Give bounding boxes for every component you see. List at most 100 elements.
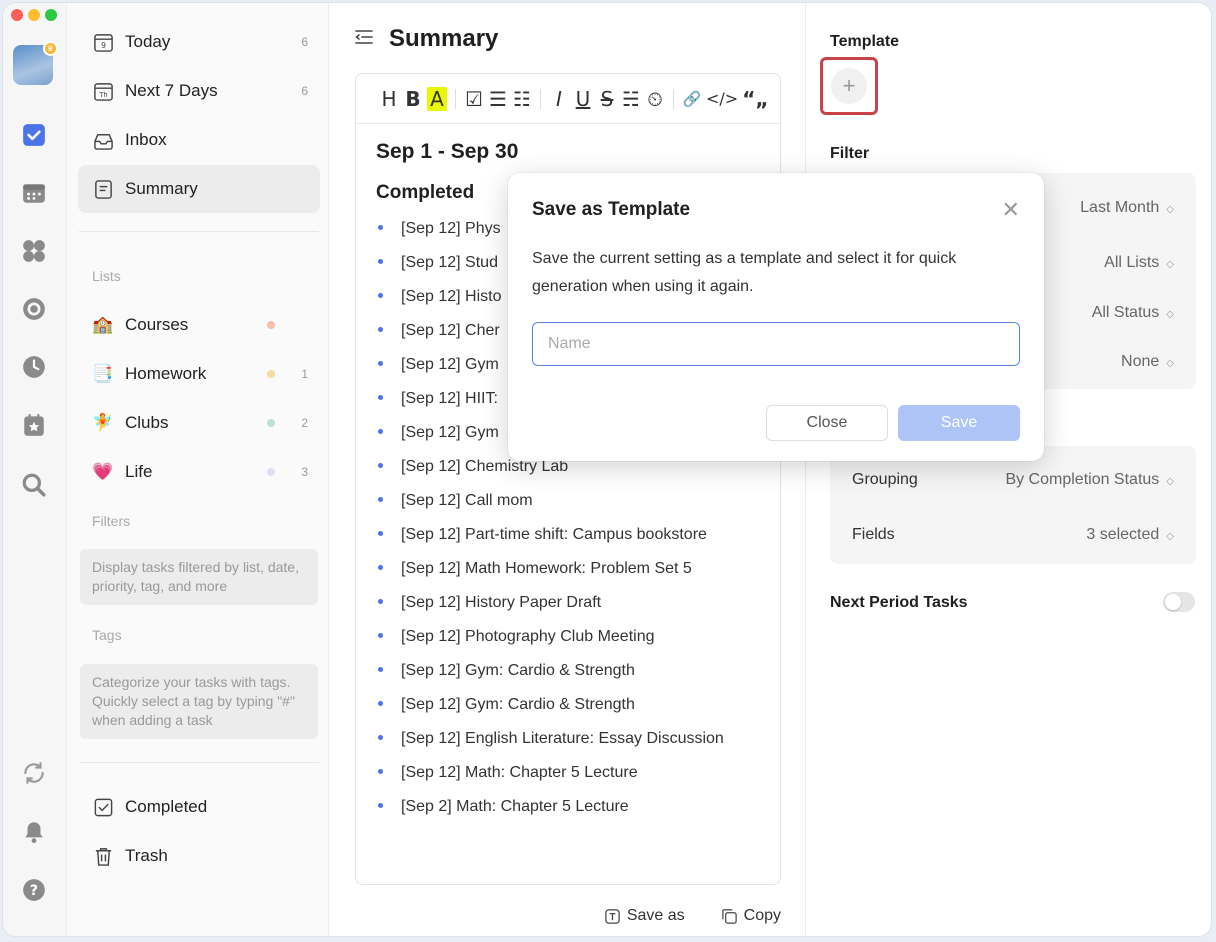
summary-icon — [92, 178, 114, 200]
sidebar-item-homework[interactable]: 📑 Homework 1 — [78, 350, 320, 398]
sidebar-item-summary[interactable]: Summary — [78, 165, 320, 213]
underline-icon[interactable]: U — [573, 87, 593, 111]
inbox-icon — [92, 129, 114, 151]
sidebar-item-next-7-days[interactable]: Th Next 7 Days 6 — [78, 67, 320, 115]
link-icon[interactable]: 🔗 — [682, 90, 702, 108]
sidebar-item-label: Next 7 Days — [125, 81, 218, 100]
close-button[interactable]: Close — [766, 405, 888, 441]
toolbar-divider — [540, 88, 541, 109]
tags-hint[interactable]: Categorize your tasks with tags. Quickly… — [80, 664, 318, 739]
list-item: [Sep 12] Call mom — [376, 484, 760, 518]
sidebar-item-inbox[interactable]: Inbox — [78, 116, 320, 164]
collapse-sidebar-icon[interactable] — [353, 26, 375, 53]
numbered-list-icon[interactable]: ☷ — [512, 87, 532, 111]
save-as-button[interactable]: Save as — [604, 907, 685, 925]
display-panel: Grouping By Completion Status ◇ Fields 3 … — [830, 446, 1196, 564]
copy-button[interactable]: Copy — [721, 907, 781, 925]
chevron-updown-icon: ◇ — [1166, 309, 1174, 320]
priority-filter-value: None — [1121, 353, 1160, 370]
template-name-input[interactable] — [532, 322, 1020, 366]
bold-icon[interactable]: B — [403, 87, 423, 111]
grouping-value: By Completion Status — [1005, 471, 1160, 488]
list-item: [Sep 12] English Literature: Essay Discu… — [376, 722, 760, 756]
divider — [79, 762, 319, 763]
sidebar-item-courses[interactable]: 🏫 Courses — [78, 301, 320, 349]
minimize-window-button[interactable] — [28, 9, 40, 21]
quote-icon[interactable]: “„ — [742, 87, 768, 111]
sidebar-item-trash[interactable]: Trash — [78, 832, 320, 880]
list-color-dot — [267, 468, 275, 476]
summary-footer: Save as Copy — [604, 907, 781, 925]
focus-icon[interactable] — [20, 295, 48, 323]
list-item: [Sep 12] History Paper Draft — [376, 586, 760, 620]
list-color-dot — [267, 321, 275, 329]
code-icon[interactable]: </> — [706, 89, 738, 108]
checkbox-icon[interactable] — [20, 121, 48, 149]
bullet-list-icon[interactable]: ☰ — [488, 87, 508, 111]
document-icon: 📑 — [92, 364, 114, 383]
fields-setting[interactable]: Fields 3 selected ◇ — [852, 526, 1174, 544]
svg-text:?: ? — [30, 883, 38, 899]
next-period-toggle[interactable] — [1163, 592, 1195, 612]
dialog-description: Save the current setting as a template a… — [532, 250, 957, 295]
sidebar-item-completed[interactable]: Completed — [78, 783, 320, 831]
zoom-window-button[interactable] — [45, 9, 57, 21]
grouping-label: Grouping — [852, 471, 918, 488]
copy-label: Copy — [743, 907, 781, 924]
heart-icon: 💗 — [92, 462, 114, 481]
sidebar-item-label: Today — [125, 32, 171, 51]
fairy-icon: 🧚 — [92, 413, 114, 432]
bell-icon[interactable] — [20, 818, 48, 846]
sidebar: 9 Today 6 Th Next 7 Days 6 Inbox Summary… — [67, 3, 329, 936]
list-color-dot — [267, 370, 275, 378]
toolbar-divider — [455, 88, 456, 109]
highlight-icon[interactable]: A — [427, 86, 447, 111]
dialog-title: Save as Template — [532, 199, 691, 220]
sidebar-item-label: Life — [125, 462, 153, 481]
chevron-updown-icon: ◇ — [1166, 259, 1174, 270]
add-template-button[interactable]: + — [820, 57, 878, 115]
italic-icon[interactable]: I — [549, 87, 569, 111]
crown-icon: ♛ — [43, 41, 58, 56]
status-filter-value: All Status — [1091, 304, 1160, 321]
plus-icon: + — [831, 68, 867, 104]
save-as-label: Save as — [626, 907, 685, 924]
chevron-updown-icon: ◇ — [1166, 358, 1174, 369]
list-item: [Sep 12] Part-time shift: Campus booksto… — [376, 518, 760, 552]
list-color-dot — [267, 419, 275, 427]
history-icon[interactable]: ⏲ — [645, 87, 665, 111]
checkbox-outline-icon — [92, 796, 114, 818]
close-window-button[interactable] — [11, 9, 23, 21]
heading-icon[interactable]: H — [379, 87, 399, 111]
list-item: [Sep 12] Math: Chapter 5 Lecture — [376, 756, 760, 790]
divider — [79, 231, 319, 232]
help-icon[interactable]: ? — [20, 876, 48, 904]
strikethrough-icon[interactable]: S — [597, 87, 617, 111]
settings-pane: Template + Filter Last Month ◇ All Lists ◇… — [805, 3, 1211, 936]
summary-header: Summary — [353, 25, 498, 53]
list-item: [Sep 12] Math Homework: Problem Set 5 — [376, 552, 760, 586]
save-button[interactable]: Save — [898, 405, 1020, 441]
apps-icon[interactable] — [20, 237, 48, 265]
sidebar-item-today[interactable]: 9 Today 6 — [78, 18, 320, 66]
sidebar-item-label: Homework — [125, 364, 207, 383]
divider-line-icon[interactable]: ☵ — [621, 87, 641, 111]
calendar-star-icon[interactable] — [20, 411, 48, 439]
list-item: [Sep 12] Photography Club Meeting — [376, 620, 760, 654]
checklist-icon[interactable]: ☑ — [464, 87, 484, 111]
grouping-setting[interactable]: Grouping By Completion Status ◇ — [852, 471, 1174, 489]
sidebar-item-life[interactable]: 💗 Life 3 — [78, 448, 320, 496]
lists-section-label: Lists — [92, 268, 121, 284]
chevron-updown-icon: ◇ — [1166, 204, 1174, 215]
filter-title: Filter — [830, 145, 870, 162]
task-count: 1 — [301, 367, 308, 381]
calendar-week-icon: Th — [92, 80, 114, 102]
filters-hint[interactable]: Display tasks filtered by list, date, pr… — [80, 549, 318, 605]
school-icon: 🏫 — [92, 315, 114, 334]
clock-icon[interactable] — [20, 353, 48, 381]
close-icon[interactable]: ✕ — [1002, 197, 1020, 223]
sync-icon[interactable] — [20, 759, 48, 787]
calendar-icon[interactable] — [20, 179, 48, 207]
search-icon[interactable] — [20, 471, 48, 499]
sidebar-item-clubs[interactable]: 🧚 Clubs 2 — [78, 399, 320, 447]
